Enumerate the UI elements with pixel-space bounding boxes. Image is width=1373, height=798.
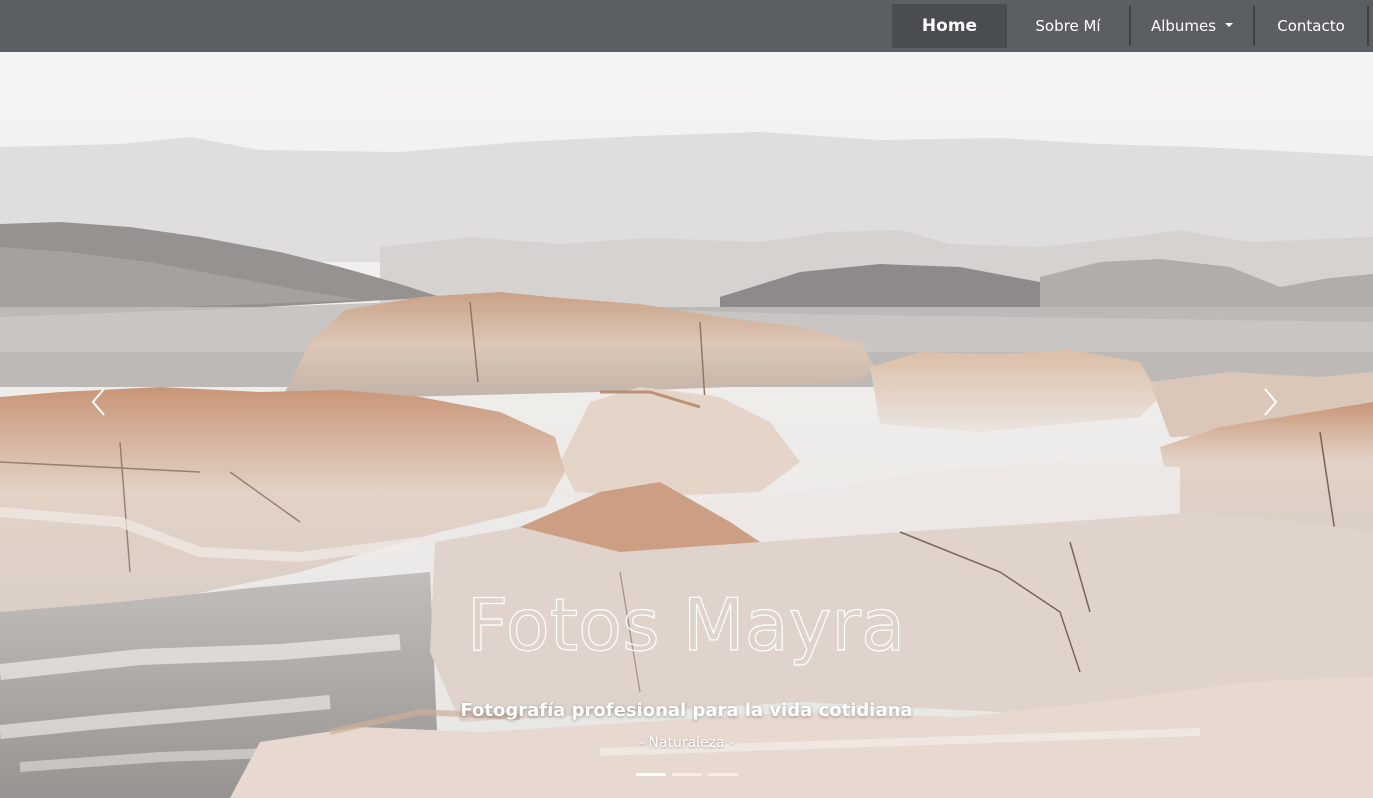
navbar: Home Sobre Mí Albumes Contacto: [0, 0, 1373, 52]
carousel-next-button[interactable]: [1252, 382, 1292, 422]
carousel-indicator[interactable]: [671, 773, 702, 776]
hero-title-wrapper: Fotos Mayra: [466, 582, 905, 667]
hero-title: Fotos Mayra: [467, 583, 905, 667]
hero-carousel: Fotos Mayra Fotografía profesional para …: [0, 52, 1373, 798]
hero-category: - Naturaleza -: [638, 735, 735, 751]
nav-item-home-label: Home: [921, 16, 978, 36]
hero-background-image: [0, 52, 1373, 798]
nav-list: Home Sobre Mí Albumes Contacto: [892, 0, 1369, 52]
nav-item-sobre-mi-label: Sobre Mí: [1035, 17, 1101, 35]
nav-item-albumes-dropdown[interactable]: Albumes: [1131, 0, 1253, 52]
chevron-right-icon: [1264, 388, 1278, 416]
carousel-indicators: [0, 773, 1373, 776]
nav-item-contacto-label: Contacto: [1277, 17, 1345, 35]
chevron-left-icon: [91, 388, 105, 416]
nav-item-albumes-label: Albumes: [1150, 17, 1217, 35]
page: Home Sobre Mí Albumes Contacto Fotos May…: [0, 0, 1373, 798]
nav-divider: [1367, 6, 1369, 46]
nav-item-contacto[interactable]: Contacto: [1255, 0, 1367, 52]
carousel-prev-button[interactable]: [80, 382, 120, 422]
nav-item-sobre-mi[interactable]: Sobre Mí: [1007, 0, 1129, 52]
caret-down-icon: [1225, 23, 1234, 27]
carousel-indicator[interactable]: [707, 773, 738, 776]
carousel-indicator[interactable]: [635, 773, 666, 776]
hero-subtitle: Fotografía profesional para la vida coti…: [460, 700, 913, 721]
nav-item-home[interactable]: Home: [892, 4, 1007, 48]
